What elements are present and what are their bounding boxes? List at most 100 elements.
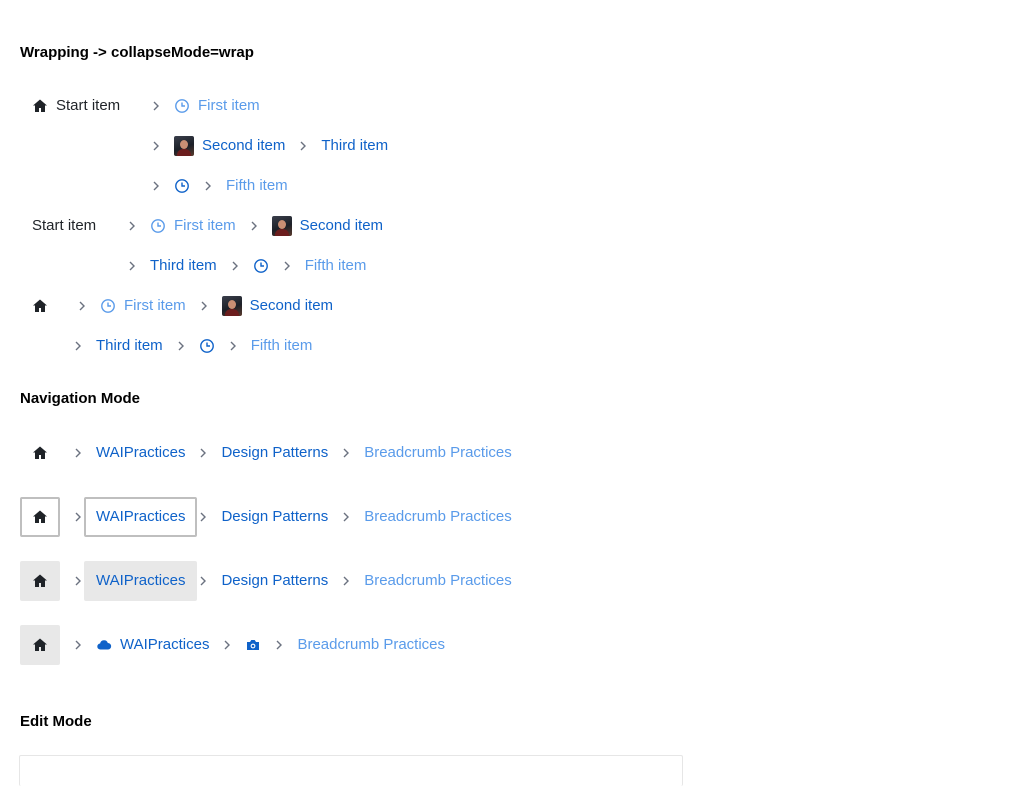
clock-icon [174, 178, 190, 194]
chevron-right-icon [150, 181, 162, 191]
crumb-label: Fifth item [250, 337, 313, 354]
chevron-right-icon [340, 576, 352, 586]
chevron-right-icon [150, 141, 162, 151]
crumb-label: WAIPractices [96, 572, 186, 589]
crumb-icon-only[interactable] [199, 338, 215, 354]
avatar-icon [271, 216, 292, 236]
crumb-label: Start item [56, 97, 121, 114]
chevron-right-icon [229, 261, 241, 271]
crumb-label: First item [124, 297, 186, 314]
crumb-first-item[interactable]: First item [150, 216, 236, 236]
breadcrumb-1-row-1: Start item [32, 86, 120, 126]
crumb-label: Design Patterns [221, 572, 329, 589]
crumb-label: Third item [96, 337, 163, 354]
clock-icon [199, 338, 215, 354]
chevron-right-icon [297, 141, 309, 151]
home-icon [32, 573, 48, 589]
crumb-third-item[interactable]: Third item [96, 336, 163, 356]
crumb-breadcrumb-practices: Breadcrumb Practices [352, 433, 524, 473]
crumb-home[interactable] [32, 298, 48, 314]
crumb-label: Second item [299, 217, 384, 234]
crumb-second-item[interactable]: Second item [271, 216, 384, 236]
crumb-icon-only[interactable] [253, 258, 269, 274]
chevron-right-icon [197, 512, 209, 522]
navigation-heading: Navigation Mode [20, 390, 141, 407]
chevron-right-icon [72, 512, 84, 522]
crumb-waipractices[interactable]: WAIPractices [84, 625, 221, 665]
crumb-waipractices[interactable]: WAIPractices [84, 561, 198, 601]
crumb-second-item[interactable]: Second item [174, 136, 285, 156]
crumb-label: Fifth item [304, 257, 367, 274]
crumb-label: WAIPractices [96, 508, 186, 525]
crumb-third-item[interactable]: Third item [321, 136, 388, 156]
crumb-label: First item [198, 97, 260, 114]
crumb-home[interactable] [20, 433, 60, 473]
crumb-icon-only[interactable] [174, 178, 190, 194]
crumb-start-item[interactable]: Start item [32, 96, 120, 116]
crumb-design-patterns[interactable]: Design Patterns [209, 497, 340, 537]
chevron-right-icon [72, 640, 84, 650]
chevron-right-icon [227, 341, 239, 351]
crumb-waipractices[interactable]: WAIPractices [84, 433, 197, 473]
wrapping-heading: Wrapping -> collapseMode=wrap [20, 44, 254, 61]
crumb-start-item[interactable]: Start item [32, 216, 96, 236]
edit-mode-container [19, 755, 683, 786]
chevron-right-icon [198, 301, 210, 311]
chevron-right-icon [72, 448, 84, 458]
breadcrumb-3-row-1: First item Second item [32, 286, 333, 326]
avatar-icon [221, 296, 242, 316]
clock-icon [150, 218, 166, 234]
clock-icon [100, 298, 116, 314]
chevron-right-icon [340, 448, 352, 458]
chevron-right-icon [248, 221, 260, 231]
chevron-right-icon [197, 448, 209, 458]
chevron-right-icon [72, 341, 84, 351]
breadcrumb-1-row-3: Fifth item [150, 166, 288, 206]
avatar-icon [174, 136, 194, 156]
nav-breadcrumb-icons: WAIPractices Breadcrumb Practices [20, 625, 457, 665]
chevron-right-icon [175, 341, 187, 351]
crumb-label: Breadcrumb Practices [297, 636, 446, 653]
nav-breadcrumb-default: WAIPractices Design Patterns Breadcrumb … [20, 433, 524, 473]
crumb-breadcrumb-practices: Breadcrumb Practices [285, 625, 457, 665]
crumb-label: Design Patterns [221, 444, 329, 461]
crumb-label: Third item [150, 257, 217, 274]
home-icon [32, 445, 48, 461]
crumb-camera[interactable] [233, 625, 273, 665]
crumb-third-item[interactable]: Third item [150, 256, 217, 276]
chevron-right-icon [202, 181, 214, 191]
crumb-home[interactable] [20, 625, 60, 665]
crumb-design-patterns[interactable]: Design Patterns [209, 561, 340, 601]
nav-breadcrumb-hovered: WAIPractices Design Patterns Breadcrumb … [20, 561, 524, 601]
clock-icon [253, 258, 269, 274]
crumb-label: Start item [32, 217, 97, 234]
crumb-label: First item [174, 217, 236, 234]
crumb-first-item[interactable]: First item [100, 296, 186, 316]
cloud-icon [96, 637, 112, 653]
home-icon [32, 509, 48, 525]
crumb-home[interactable] [20, 497, 60, 537]
edit-heading: Edit Mode [20, 713, 92, 730]
crumb-design-patterns[interactable]: Design Patterns [209, 433, 340, 473]
breadcrumb-2-row-1b: First item Second item [126, 206, 383, 246]
crumb-breadcrumb-practices: Breadcrumb Practices [352, 561, 524, 601]
chevron-right-icon [126, 221, 138, 231]
camera-icon [245, 637, 261, 653]
crumb-label: Second item [202, 137, 286, 154]
crumb-fifth-item: Fifth item [251, 336, 313, 356]
crumb-first-item[interactable]: First item [174, 96, 260, 116]
home-icon [32, 298, 48, 314]
home-icon [32, 637, 48, 653]
crumb-second-item[interactable]: Second item [221, 296, 333, 316]
breadcrumb-3-row-2: Third item Fifth item [72, 326, 312, 366]
clock-icon [174, 98, 190, 114]
crumb-waipractices[interactable]: WAIPractices [84, 497, 198, 537]
crumb-label: Design Patterns [221, 508, 329, 525]
crumb-fifth-item: Fifth item [305, 256, 367, 276]
crumb-label: Third item [321, 137, 389, 154]
chevron-right-icon [273, 640, 285, 650]
breadcrumb-1-row-2: Second item Third item [150, 126, 388, 166]
chevron-right-icon [221, 640, 233, 650]
home-icon [32, 98, 48, 114]
crumb-home[interactable] [20, 561, 60, 601]
